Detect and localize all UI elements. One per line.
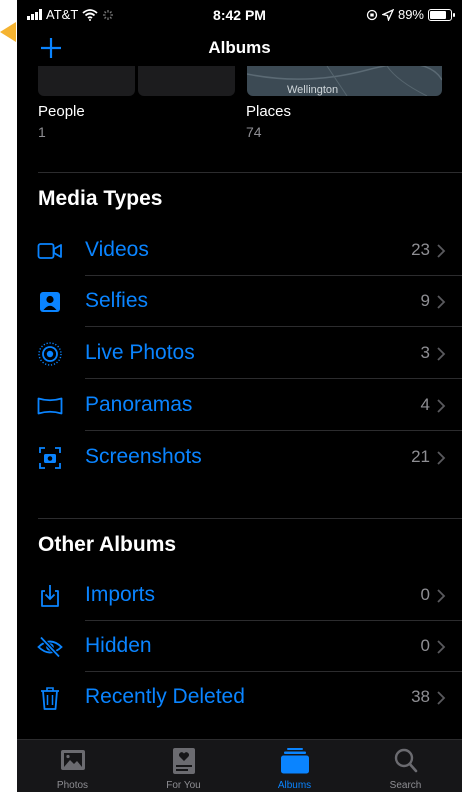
album-row-screenshots[interactable]: Screenshots 21 xyxy=(17,432,462,483)
chevron-right-icon xyxy=(437,399,446,413)
panorama-icon xyxy=(37,397,63,415)
nav-bar: Albums xyxy=(17,30,462,66)
album-row-panoramas[interactable]: Panoramas 4 xyxy=(17,380,462,431)
chevron-right-icon xyxy=(437,347,446,361)
location-arrow-icon xyxy=(381,8,394,21)
album-row-live-photos[interactable]: Live Photos 3 xyxy=(17,328,462,379)
album-row-recently-deleted[interactable]: Recently Deleted 38 xyxy=(17,672,462,723)
status-right: 89% xyxy=(366,7,455,22)
album-row-imports[interactable]: Imports 0 xyxy=(17,570,462,621)
album-count: 4 xyxy=(420,395,430,414)
tab-label: Photos xyxy=(56,780,89,791)
row-separator xyxy=(85,378,462,379)
screenshot-icon xyxy=(39,447,61,469)
album-count: 38 xyxy=(411,687,430,706)
map-label: Wellington xyxy=(287,84,339,96)
album-label: Hidden xyxy=(85,634,152,657)
tab-bar: Photos For You Albums Search xyxy=(17,739,462,792)
section-title-other-albums: Other Albums xyxy=(38,533,177,556)
phone-screen: AT&T 8:42 PM 89% Albums Wellington Peopl… xyxy=(17,0,462,792)
battery-percent: 89% xyxy=(397,7,424,22)
tab-albums[interactable]: Albums xyxy=(239,740,350,792)
album-count: 3 xyxy=(420,343,430,362)
album-title-people[interactable]: People xyxy=(38,103,85,120)
section-divider xyxy=(38,172,462,173)
highlight-arrow-icon xyxy=(0,22,16,42)
page-title: Albums xyxy=(208,38,271,57)
trash-icon xyxy=(41,687,59,710)
video-icon xyxy=(37,243,62,259)
album-count: 21 xyxy=(411,447,430,466)
album-count: 23 xyxy=(411,240,430,259)
tab-label: Albums xyxy=(277,780,312,791)
album-count: 0 xyxy=(420,636,430,655)
map-roads-icon xyxy=(247,66,442,96)
album-count: 9 xyxy=(420,291,430,310)
people-thumbnail[interactable] xyxy=(138,66,235,96)
album-row-hidden[interactable]: Hidden 0 xyxy=(17,621,462,672)
row-separator xyxy=(85,326,462,327)
album-row-videos[interactable]: Videos 23 xyxy=(17,225,462,276)
tab-label: Search xyxy=(389,780,422,791)
search-icon xyxy=(394,748,418,773)
tab-search[interactable]: Search xyxy=(350,740,461,792)
import-icon xyxy=(41,585,59,607)
tab-label: For You xyxy=(166,780,201,791)
tab-for-you[interactable]: For You xyxy=(128,740,239,792)
chevron-right-icon xyxy=(437,244,446,258)
album-label: Live Photos xyxy=(85,341,195,364)
albums-icon xyxy=(281,748,309,774)
album-label: Screenshots xyxy=(85,445,202,468)
album-label: Imports xyxy=(85,583,156,606)
album-count-places: 74 xyxy=(246,124,262,140)
hidden-icon xyxy=(37,636,63,658)
section-divider xyxy=(38,518,462,519)
status-bar: AT&T 8:42 PM 89% xyxy=(17,0,462,30)
row-separator xyxy=(85,430,462,431)
chevron-right-icon xyxy=(437,589,446,603)
album-label: Videos xyxy=(85,238,149,261)
selfie-icon xyxy=(40,292,60,312)
album-label: Recently Deleted xyxy=(85,685,245,708)
chevron-right-icon xyxy=(437,295,446,309)
battery-icon xyxy=(428,8,455,21)
for-you-icon xyxy=(173,748,195,774)
people-thumbnail[interactable] xyxy=(38,66,135,96)
section-title-media-types: Media Types xyxy=(38,187,163,210)
album-count-people: 1 xyxy=(38,124,46,140)
places-map-thumbnail[interactable]: Wellington xyxy=(247,66,442,96)
album-count: 0 xyxy=(420,585,430,604)
album-row-selfies[interactable]: Selfies 9 xyxy=(17,276,462,327)
album-label: Selfies xyxy=(85,289,149,312)
tab-photos[interactable]: Photos xyxy=(17,740,128,792)
chevron-right-icon xyxy=(437,640,446,654)
album-label: Panoramas xyxy=(85,393,193,416)
orientation-lock-icon xyxy=(366,9,378,20)
chevron-right-icon xyxy=(437,451,446,465)
photos-icon xyxy=(61,750,85,770)
live-photo-icon xyxy=(38,342,62,366)
chevron-right-icon xyxy=(437,691,446,705)
album-title-places[interactable]: Places xyxy=(246,103,291,120)
